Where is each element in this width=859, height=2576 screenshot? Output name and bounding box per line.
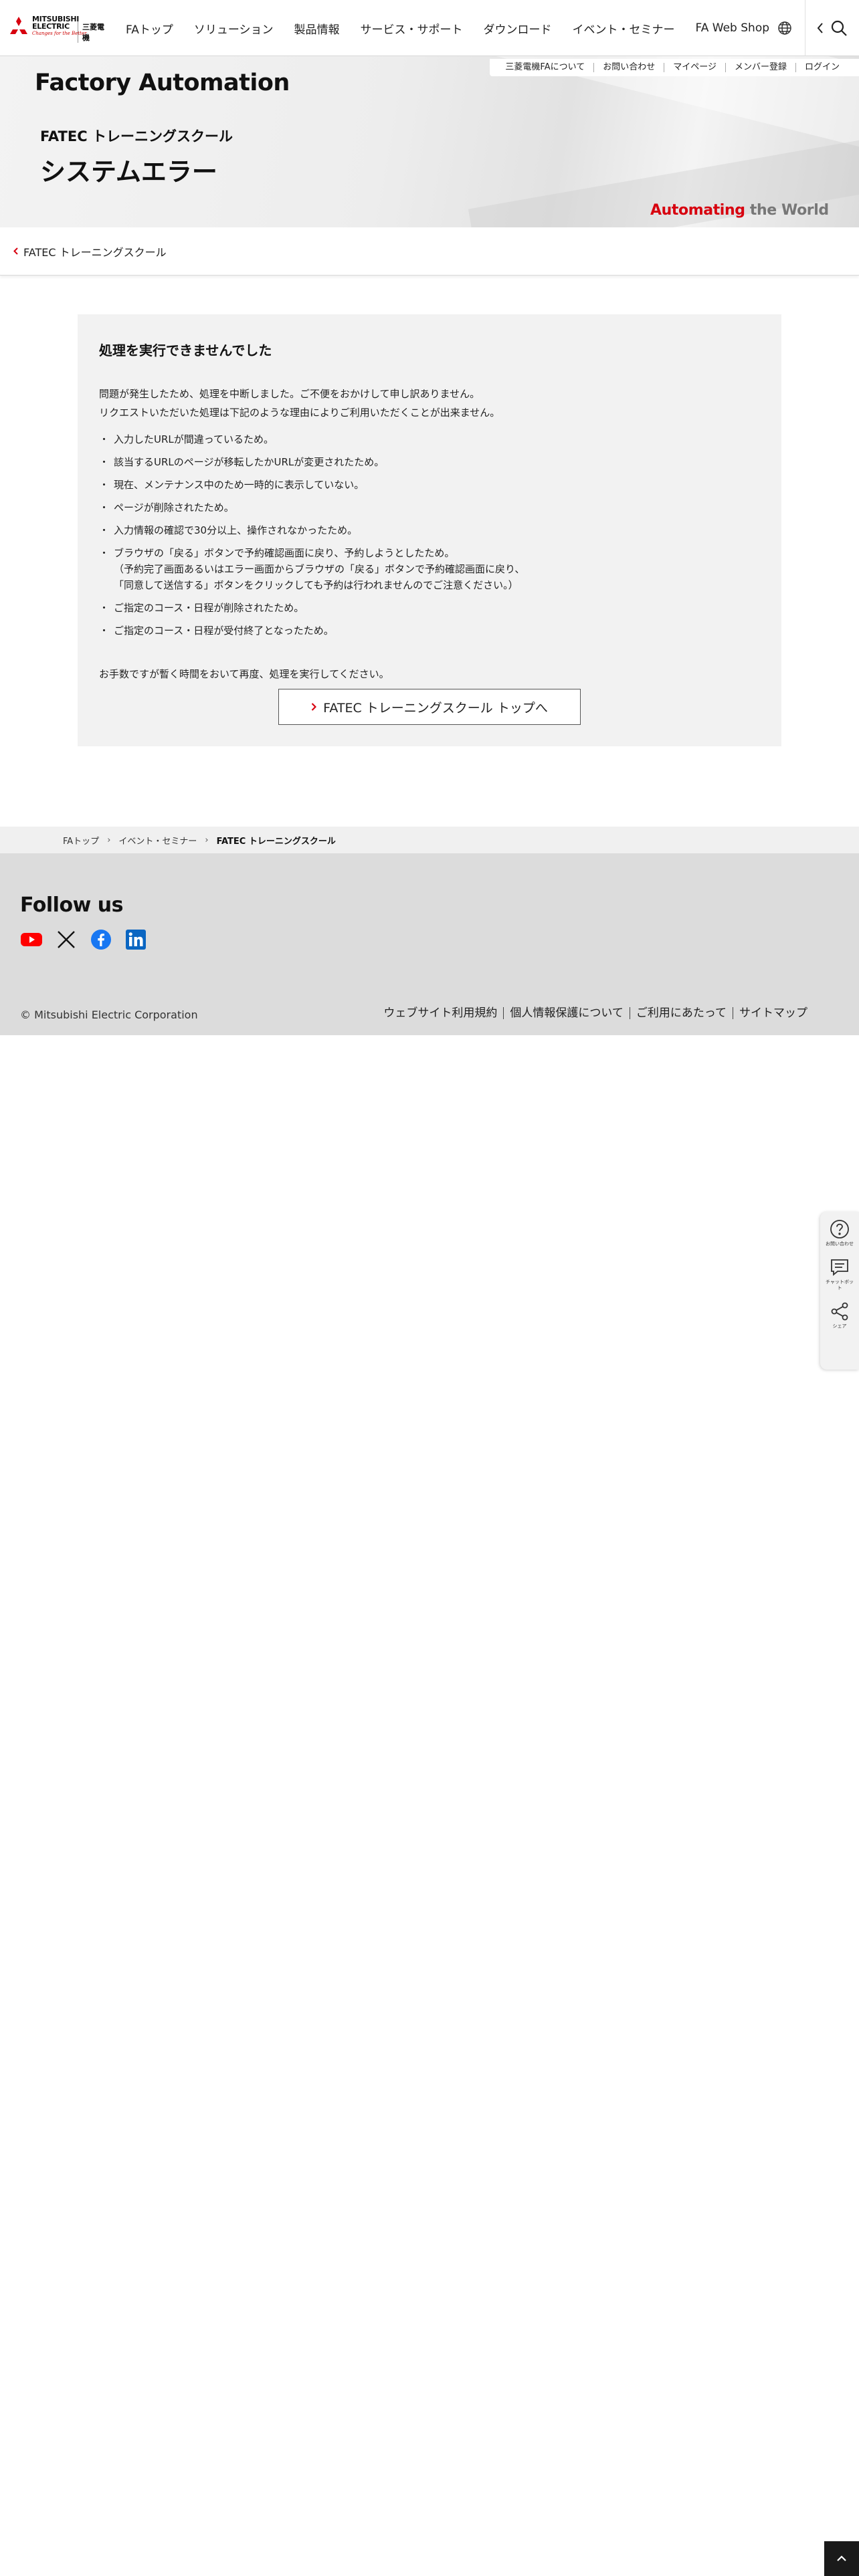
global-nav: FAトップ ソリューション 製品情報 サービス・サポート ダウンロード イベント… — [126, 0, 790, 56]
factory-automation-title[interactable]: Factory Automation — [35, 70, 290, 96]
util-contact[interactable]: お問い合わせ — [593, 63, 664, 72]
chevron-left-icon — [817, 23, 823, 33]
fatec-top-button-label: FATEC トレーニングスクール トップへ — [323, 700, 548, 716]
fatec-top-button[interactable]: FATEC トレーニングスクール トップへ — [278, 689, 581, 725]
nav-download[interactable]: ダウンロード — [484, 20, 552, 37]
nav-solutions[interactable]: ソリューション — [194, 20, 274, 37]
share-icon — [831, 1302, 848, 1321]
question-circle-icon — [830, 1220, 849, 1239]
browser-back-line2: （予約完了画面あるいはエラー画面からブラウザの「戻る」ボタンで予約確認画面に戻り… — [114, 563, 525, 575]
breadcrumb: FAトップ › イベント・セミナー › FATEC トレーニングスクール — [0, 827, 859, 853]
share-label: シェア — [832, 1323, 847, 1329]
footer-link-privacy[interactable]: 個人情報保護について — [503, 1007, 630, 1019]
nav-fa-web-shop[interactable]: FA Web Shop — [696, 21, 769, 35]
back-link-label: FATEC トレーニングスクール — [23, 245, 167, 259]
slogan-gray: the World — [745, 202, 829, 219]
chatbot-button[interactable]: チャットボット — [825, 1257, 854, 1291]
breadcrumb-events[interactable]: イベント・セミナー — [118, 834, 197, 847]
error-message-box: 処理を実行できませんでした 問題が発生したため、処理を中断しました。ご不便をおか… — [78, 314, 781, 746]
util-about-fa[interactable]: 三菱電機FAについて — [496, 63, 593, 72]
breadcrumb-separator-icon: › — [107, 835, 111, 845]
chevron-right-icon — [311, 703, 317, 711]
footer-link-sitemap[interactable]: サイトマップ — [733, 1007, 814, 1019]
util-login[interactable]: ログイン — [795, 63, 848, 72]
list-item: ページが削除されたため。 — [99, 500, 760, 516]
footer-link-terms[interactable]: ウェブサイト利用規約 — [377, 1007, 503, 1019]
error-intro-1: 問題が発生したため、処理を中断しました。ご不便をおかけして申し訳ありません。 — [99, 388, 480, 400]
error-footer-text: お手数ですが暫く時間をおいて再度、処理を実行してください。 — [99, 668, 389, 680]
util-mypage[interactable]: マイページ — [664, 63, 725, 72]
util-member-register[interactable]: メンバー登録 — [725, 63, 795, 72]
globe-icon[interactable] — [765, 0, 805, 56]
list-item: 入力したURLが間違っているため。 — [99, 431, 760, 447]
slogan-red: Automating — [650, 202, 745, 219]
chat-bubble-icon — [831, 1259, 848, 1276]
facebook-icon[interactable] — [90, 928, 112, 951]
chevron-left-icon — [13, 247, 18, 255]
breadcrumb-separator-icon: › — [205, 835, 209, 845]
nav-service-support[interactable]: サービス・サポート — [361, 20, 463, 37]
automating-the-world-slogan: Automating the World — [650, 202, 829, 219]
list-item: ご指定のコース・日程が受付終了となったため。 — [99, 623, 760, 639]
logo-jp: 三菱電機 — [78, 21, 110, 43]
footer-link-usage[interactable]: ご利用にあたって — [629, 1007, 733, 1019]
page-top-button[interactable] — [824, 2541, 859, 2576]
chevron-up-icon — [837, 2555, 846, 2561]
back-link-fatec[interactable]: FATEC トレーニングスクール — [13, 243, 167, 259]
search-icon — [831, 20, 847, 36]
social-links — [20, 928, 147, 951]
youtube-icon[interactable] — [20, 928, 43, 951]
site-footer: Follow us © Mitsubishi Electric Corporat… — [0, 853, 859, 1035]
section-nav-bar: FATEC トレーニングスクール — [0, 227, 859, 276]
breadcrumb-fa-top[interactable]: FAトップ — [63, 834, 99, 847]
follow-us-heading: Follow us — [20, 893, 123, 917]
inquiry-label: お問い合わせ — [826, 1241, 854, 1247]
breadcrumb-current: FATEC トレーニングスクール — [216, 836, 336, 847]
inquiry-button[interactable]: お問い合わせ — [825, 1218, 854, 1247]
page-title: システムエラー — [40, 157, 217, 187]
footer-links: ウェブサイト利用規約 個人情報保護について ご利用にあたって サイトマップ — [377, 1007, 814, 1019]
global-header: MITSUBISHI ELECTRIC Changes for the Bett… — [0, 0, 859, 56]
three-diamonds-logo-icon — [10, 17, 27, 34]
utility-links: 三菱電機FAについて お問い合わせ マイページ メンバー登録 ログイン — [490, 59, 859, 76]
search-toggle[interactable] — [805, 0, 859, 56]
list-item: 現在、メンテナンス中のため一時的に表示していない。 — [99, 477, 760, 493]
copyright-text: © Mitsubishi Electric Corporation — [20, 1008, 198, 1021]
list-item: 入力情報の確認で30分以上、操作されなかったため。 — [99, 522, 760, 538]
list-item-browser-back: ブラウザの「戻る」ボタンで予約確認画面に戻り、予約しようとしたため。 （予約完了… — [99, 545, 760, 593]
x-icon[interactable] — [55, 928, 78, 951]
mitsubishi-logo[interactable]: MITSUBISHI ELECTRIC Changes for the Bett… — [9, 12, 110, 43]
floating-side-widget: お問い合わせ チャットボット シェア — [820, 1212, 859, 1370]
hero-subtitle: FATEC トレーニングスクール — [40, 128, 233, 144]
error-intro-2: リクエストいただいた処理は下記のような理由によりご利用いただくことが出来ません。 — [99, 407, 500, 419]
error-reason-list: 入力したURLが間違っているため。 該当するURLのページが移転したかURLが変… — [99, 431, 760, 639]
share-button[interactable]: シェア — [825, 1301, 854, 1329]
header-icons — [765, 0, 859, 56]
error-heading: 処理を実行できませんでした — [99, 342, 272, 358]
nav-products[interactable]: 製品情報 — [294, 20, 340, 37]
browser-back-line3: 「同意して送信する」ボタンをクリックしても予約は行われませんのでご注意ください。… — [114, 579, 518, 591]
browser-back-line1: ブラウザの「戻る」ボタンで予約確認画面に戻り、予約しようとしたため。 — [114, 547, 455, 559]
nav-fa-top[interactable]: FAトップ — [126, 20, 173, 37]
list-item: 該当するURLのページが移転したかURLが変更されたため。 — [99, 454, 760, 470]
nav-events-seminars[interactable]: イベント・セミナー — [573, 20, 675, 37]
chatbot-label: チャットボット — [826, 1279, 854, 1291]
list-item: ご指定のコース・日程が削除されたため。 — [99, 600, 760, 616]
linkedin-icon[interactable] — [124, 928, 147, 951]
